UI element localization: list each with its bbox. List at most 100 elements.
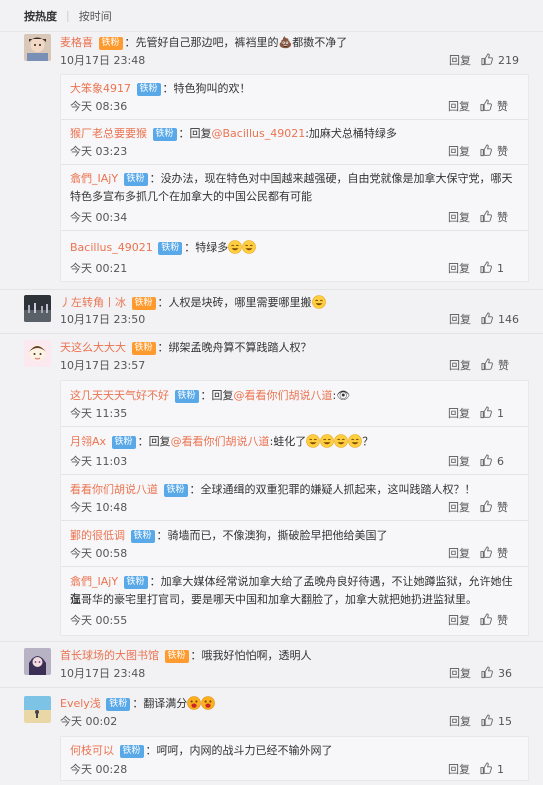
reply-item: Bacillus_49021 铁粉 ：特绿多 今天 00:21 回复 1 bbox=[61, 231, 528, 283]
reply-list: 这几天天天气好不好 铁粉 ：回复@看看你们胡说八道:👁 今天 11:35 回复 1 月… bbox=[60, 380, 529, 636]
scream-emoji-icon bbox=[201, 696, 216, 710]
reply-author[interactable]: 翕們_IAjY bbox=[70, 575, 118, 588]
comment-item: 麦格喜 铁粉 ：先管好自己那边吧，裤裆里的💩都擞不净了 10月17日 23:48 … bbox=[0, 32, 543, 290]
reply-item: 这几天天天气好不好 铁粉 ：回复@看看你们胡说八道:👁 今天 11:35 回复 1 bbox=[61, 381, 528, 427]
avatar[interactable] bbox=[24, 34, 51, 61]
reply-text: :蛙化了 bbox=[269, 435, 307, 448]
reply-text: :👁 bbox=[332, 389, 351, 402]
like-button[interactable]: 赞 bbox=[480, 99, 528, 115]
thumb-up-icon bbox=[480, 613, 492, 626]
thumb-up-icon bbox=[481, 358, 493, 371]
like-button[interactable]: 146 bbox=[481, 312, 529, 328]
reply-button[interactable]: 回复 bbox=[448, 99, 470, 115]
comment-author[interactable]: 天这么大大大 bbox=[60, 341, 126, 354]
mention-link[interactable]: @看看你们胡说八道 bbox=[234, 389, 333, 402]
reply-author[interactable]: 鄞的很低调 bbox=[70, 529, 125, 542]
comment-author[interactable]: 麦格喜 bbox=[60, 36, 93, 49]
reply-item: 何枝可以 铁粉 ：呵呵，内网的战斗力已经不输外网了 今天 00:28 回复 1 bbox=[61, 737, 528, 782]
like-button[interactable]: 赞 bbox=[480, 500, 528, 516]
reply-button[interactable]: 回复 bbox=[448, 546, 470, 562]
fan-badge: 铁粉 bbox=[163, 484, 188, 497]
like-button[interactable]: 36 bbox=[481, 666, 529, 682]
reply-button[interactable]: 回复 bbox=[448, 500, 470, 516]
reply-button[interactable]: 回复 bbox=[448, 406, 470, 422]
avatar[interactable] bbox=[24, 340, 51, 367]
mention-link[interactable]: @Bacillus_49021 bbox=[212, 127, 306, 140]
comment-time: 10月17日 23:48 bbox=[60, 54, 146, 67]
comment-text: 先管好自己那边吧，裤裆里的💩都擞不净了 bbox=[135, 36, 348, 49]
reply-button[interactable]: 回复 bbox=[448, 762, 470, 778]
reply-button[interactable]: 回复 bbox=[448, 613, 470, 629]
like-button[interactable]: 赞 bbox=[481, 358, 529, 374]
comment-author[interactable]: Evely浅 bbox=[60, 697, 101, 710]
reply-author[interactable]: 猴厂老总要要猴 bbox=[70, 127, 147, 140]
vip-badge: 铁粉 bbox=[131, 342, 156, 355]
reply-item: 大笨象4917 铁粉 ：特色狗叫的欢！ 今天 08:36 回复赞 bbox=[61, 75, 528, 120]
reply-button[interactable]: 回复 bbox=[448, 144, 470, 160]
fan-badge: 铁粉 bbox=[158, 242, 183, 255]
reply-author[interactable]: 月翎Ax bbox=[70, 435, 106, 448]
reply-button[interactable]: 回复 bbox=[448, 210, 470, 226]
like-button[interactable]: 1 bbox=[480, 406, 528, 422]
reply-button[interactable]: 回复 bbox=[449, 358, 471, 374]
reply-button[interactable]: 回复 bbox=[449, 53, 471, 69]
reply-item: 月翎Ax 铁粉 ：回复@看看你们胡说八道:蛙化了？ 今天 11:03 回复 6 bbox=[61, 427, 528, 475]
comment-item: 首长球场的大图书馆 铁粉 ：哦我好怕怕啊，透明人 10月17日 23:48 回复 … bbox=[0, 642, 543, 688]
vip-badge: 铁粉 bbox=[164, 650, 189, 663]
avatar[interactable] bbox=[24, 648, 51, 675]
like-button[interactable]: 6 bbox=[480, 454, 528, 470]
thumb-up-icon bbox=[480, 546, 492, 559]
like-button[interactable]: 1 bbox=[480, 261, 528, 277]
vip-badge: 铁粉 bbox=[98, 37, 123, 50]
reply-button[interactable]: 回复 bbox=[448, 261, 470, 277]
like-button[interactable]: 赞 bbox=[480, 613, 528, 629]
avatar[interactable] bbox=[24, 295, 51, 322]
like-button[interactable]: 赞 bbox=[480, 546, 528, 562]
comment-author[interactable]: 丿左转角丨冰 bbox=[60, 296, 126, 309]
comment-time: 10月17日 23:48 bbox=[60, 667, 146, 680]
reply-text: 特色狗叫的欢！ bbox=[173, 82, 251, 95]
reply-time: 今天 10:48 bbox=[70, 501, 128, 514]
reply-button[interactable]: 回复 bbox=[449, 312, 471, 328]
reply-item: 猴厂老总要要猴 铁粉 ：回复@Bacillus_49021:加麻犬总桶特绿多 今天… bbox=[61, 120, 528, 165]
like-button[interactable]: 赞 bbox=[480, 210, 528, 226]
smile-emoji-icon bbox=[320, 434, 335, 448]
reply-author[interactable]: 翕們_IAjY bbox=[70, 172, 118, 185]
thumb-up-icon bbox=[480, 454, 492, 467]
reply-author[interactable]: 这几天天天气好不好 bbox=[70, 389, 169, 402]
comment-text: 翻译满分 bbox=[143, 697, 188, 710]
sort-by-hot[interactable]: 按热度 bbox=[24, 8, 57, 24]
reply-author[interactable]: Bacillus_49021 bbox=[70, 241, 153, 254]
reply-time: 今天 00:28 bbox=[70, 763, 128, 776]
reply-button[interactable]: 回复 bbox=[448, 454, 470, 470]
reply-button[interactable]: 回复 bbox=[449, 666, 471, 682]
reply-author[interactable]: 看看你们胡说八道 bbox=[70, 483, 158, 496]
smile-emoji-icon bbox=[334, 434, 349, 448]
mention-link[interactable]: @看看你们胡说八道 bbox=[171, 435, 270, 448]
fan-badge: 铁粉 bbox=[174, 390, 199, 403]
reply-list: 大笨象4917 铁粉 ：特色狗叫的欢！ 今天 08:36 回复赞 猴厂老总要要猴 铁… bbox=[60, 74, 529, 282]
reply-time: 今天 00:58 bbox=[70, 547, 128, 560]
thumb-up-icon bbox=[480, 210, 492, 223]
like-button[interactable]: 15 bbox=[481, 714, 529, 730]
sort-by-time[interactable]: 按时间 bbox=[79, 8, 112, 24]
reply-author[interactable]: 大笨象4917 bbox=[70, 82, 131, 95]
reply-button[interactable]: 回复 bbox=[449, 714, 471, 730]
reply-item: 翕們_IAjY 铁粉 ：没办法，现在特色对中国越来越强硬，自由党就像是加拿大保守党… bbox=[61, 165, 528, 231]
thumb-up-icon bbox=[480, 762, 492, 775]
reply-author[interactable]: 何枝可以 bbox=[70, 744, 114, 757]
reply-text-cont: 温哥华的豪宅里打官司，要是哪天中国和加拿大翻脸了，加拿大就把她扔进监狱里。 bbox=[70, 593, 477, 606]
laugh-emoji-icon bbox=[228, 240, 243, 254]
reply-item: 翕們_IAjY 铁粉 ：加拿大媒体经常说加拿大给了孟晚舟良好待遇，不让她蹲监狱，允… bbox=[61, 567, 528, 637]
reply-text-cont: 特色多宣布多抓几个在加拿大的中国公民都有可能 bbox=[70, 190, 312, 203]
reply-text: 全球通缉的双重犯罪的嫌疑人抓起来，这叫践踏人权？！ bbox=[200, 483, 476, 496]
like-button[interactable]: 1 bbox=[480, 762, 528, 778]
comment-time: 今天 00:02 bbox=[60, 715, 118, 728]
comment-author[interactable]: 首长球场的大图书馆 bbox=[60, 649, 159, 662]
like-button[interactable]: 219 bbox=[481, 53, 529, 69]
reply-time: 今天 11:35 bbox=[70, 407, 128, 420]
reply-text: 骑墙而已，不像澳狗，撕破脸早把他给美国了 bbox=[167, 529, 388, 542]
comment-meta: 10月17日 23:50 回复 146 bbox=[60, 312, 529, 328]
like-button[interactable]: 赞 bbox=[480, 144, 528, 160]
avatar[interactable] bbox=[24, 696, 51, 723]
